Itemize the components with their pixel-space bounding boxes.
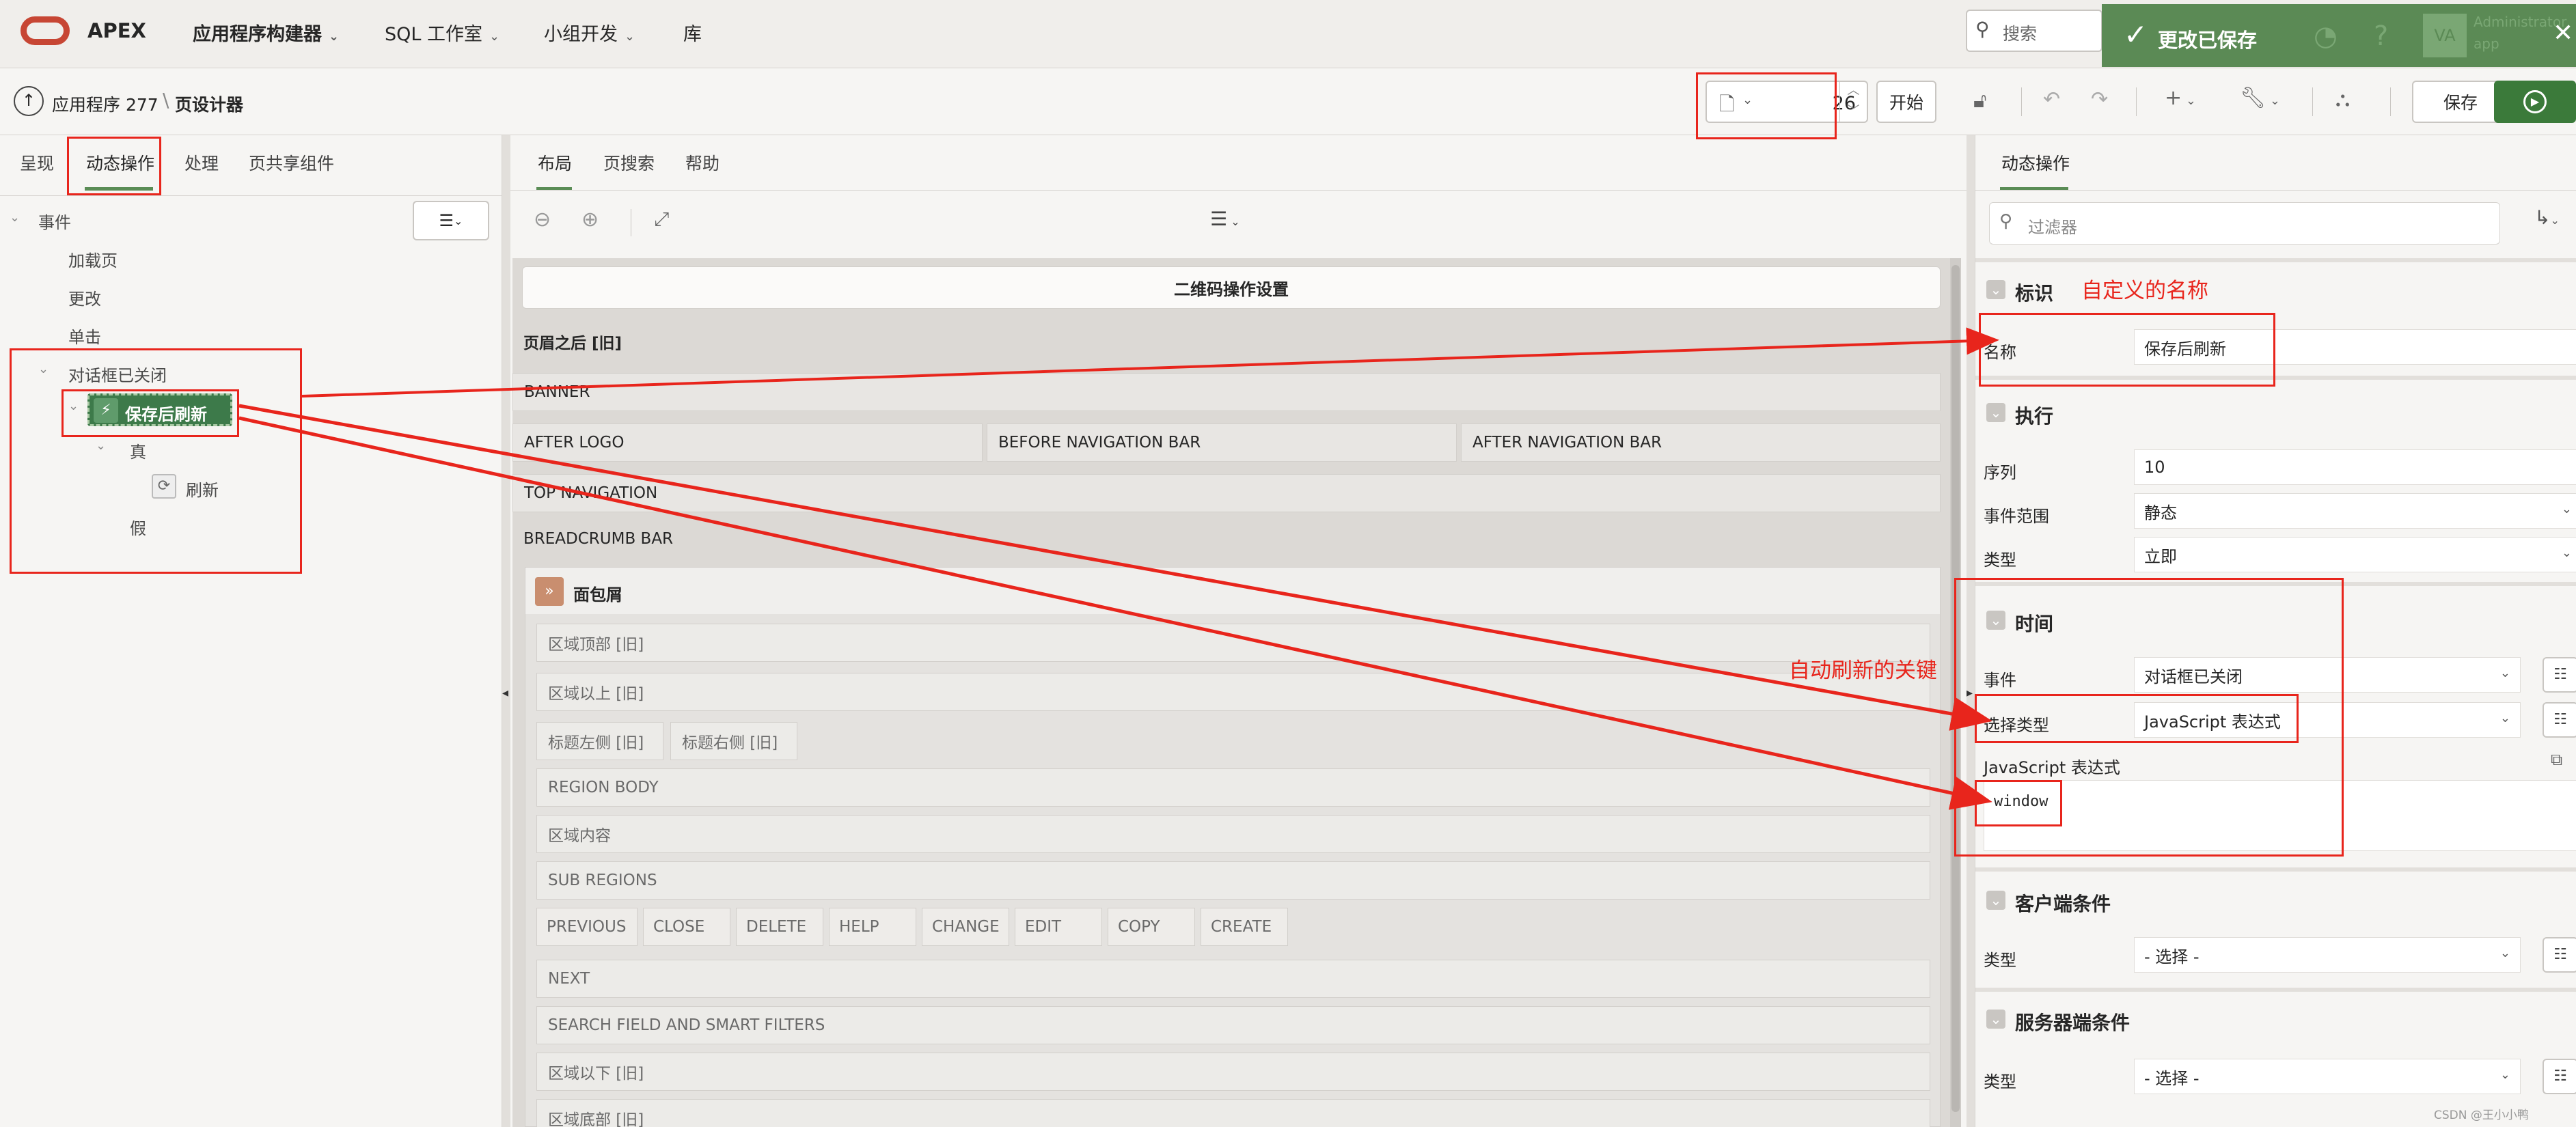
annotation-arrows (238, 327, 1999, 810)
arrow-to-selection-type (238, 404, 1992, 731)
arrow-to-js-value (238, 416, 1992, 810)
watermark: CSDN @王小小鸭 (2434, 1109, 2529, 1122)
arrow-to-name (301, 327, 1999, 398)
